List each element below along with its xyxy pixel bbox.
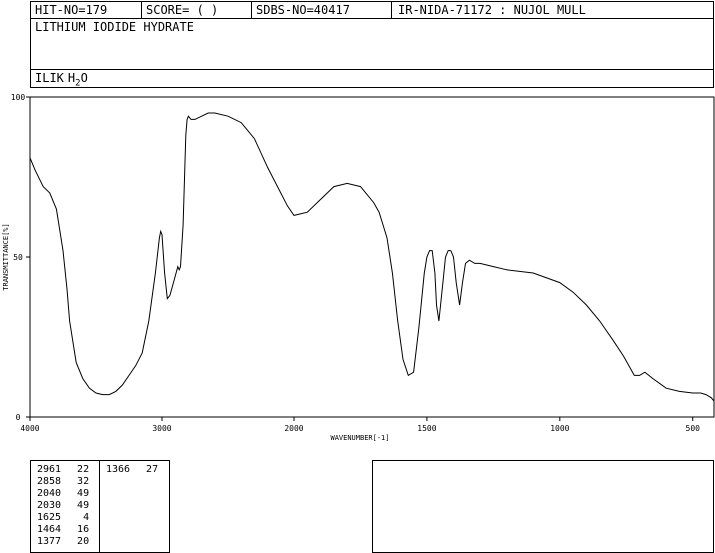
peak-transmittance: 49 xyxy=(77,500,90,511)
peak-transmittance: 49 xyxy=(77,488,90,499)
spectrum-line xyxy=(29,112,715,402)
plot-frame xyxy=(29,96,715,418)
peak-list-left: 2961 22 2858 32 2040 49 2030 49 1625 4 1464 16 1377 2… xyxy=(37,464,89,548)
structure-box xyxy=(372,460,714,553)
peak-row: 1377 20 xyxy=(37,536,89,548)
peak-transmittance: 27 xyxy=(146,464,159,475)
y-tick-label: 100 xyxy=(11,93,26,102)
x-axis-label: WAVENUMBER[-1] xyxy=(330,434,389,442)
peak-wavenumber: 1464 xyxy=(37,524,62,535)
x-tick-label: 1500 xyxy=(417,424,436,433)
y-axis-label: TRANSMITTANCE[%] xyxy=(2,223,10,290)
x-tick-label: 3000 xyxy=(152,424,171,433)
peak-list-right: 1366 27 xyxy=(106,464,158,476)
peak-transmittance: 16 xyxy=(77,524,90,535)
peak-wavenumber: 1625 xyxy=(37,512,62,523)
peak-table-divider xyxy=(99,461,100,553)
peak-row: 2961 22 xyxy=(37,464,89,476)
peak-row: 1625 4 xyxy=(37,512,89,524)
y-tick-label: 50 xyxy=(13,253,23,262)
peak-wavenumber: 2030 xyxy=(37,500,62,511)
peak-table: 2961 22 2858 32 2040 49 2030 49 1625 4 1464 16 1377 2… xyxy=(30,460,170,553)
peak-transmittance: 22 xyxy=(77,464,90,475)
peak-wavenumber: 2040 xyxy=(37,488,62,499)
peak-transmittance: 4 xyxy=(83,512,90,523)
x-tick-label: 2000 xyxy=(284,424,303,433)
x-tick-label: 1000 xyxy=(550,424,569,433)
peak-row: 2040 49 xyxy=(37,488,89,500)
y-tick-label: 0 xyxy=(16,413,21,422)
peak-wavenumber: 1366 xyxy=(106,464,131,475)
ir-spectrum-chart: 0 50 100 4000 3000 2000 1500 1000 500 TRANSMITT… xyxy=(2,93,715,442)
peak-wavenumber: 2858 xyxy=(37,476,62,487)
peak-row: 2858 32 xyxy=(37,476,89,488)
peak-row: 1366 27 xyxy=(106,464,158,476)
peak-wavenumber: 1377 xyxy=(37,536,62,547)
x-tick-label: 500 xyxy=(686,424,701,433)
peak-transmittance: 32 xyxy=(77,476,90,487)
peak-transmittance: 20 xyxy=(77,536,90,547)
peak-row: 1464 16 xyxy=(37,524,89,536)
peak-wavenumber: 2961 xyxy=(37,464,62,475)
x-tick-label: 4000 xyxy=(20,424,39,433)
peak-row: 2030 49 xyxy=(37,500,89,512)
